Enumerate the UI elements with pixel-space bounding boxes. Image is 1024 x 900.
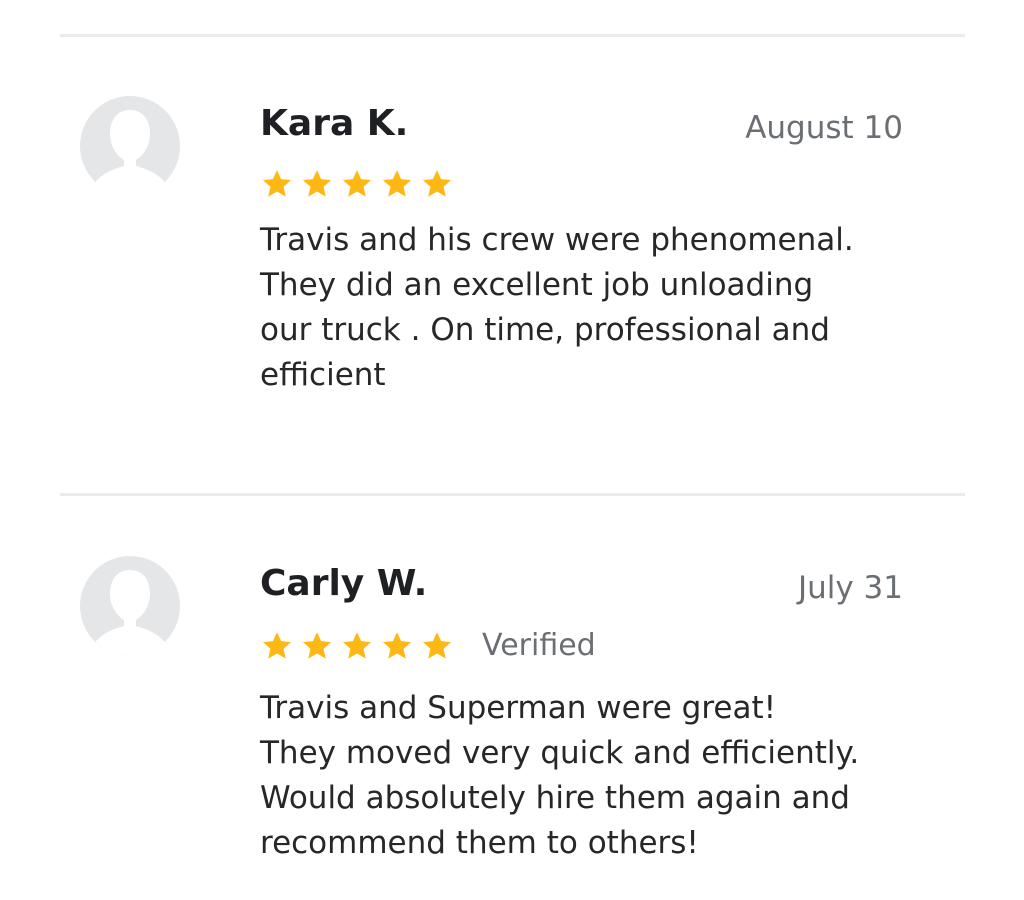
star-rating — [260, 167, 454, 201]
review-date: July 31 — [797, 570, 903, 606]
review-text: Travis and his crew were phenomenal. The… — [260, 222, 854, 393]
star-icon — [342, 632, 372, 659]
star-icon — [302, 170, 332, 197]
verified-badge: Verified — [482, 628, 596, 663]
default-user-avatar-icon — [80, 556, 180, 656]
star-icon — [262, 632, 292, 659]
review-date: August 10 — [745, 110, 903, 146]
star-icon — [342, 170, 372, 197]
star-rating — [260, 629, 454, 663]
rating-row: Verified — [260, 626, 596, 666]
star-icon — [262, 170, 292, 197]
star-icon — [302, 632, 332, 659]
default-user-avatar-icon — [80, 96, 180, 196]
reviewer-name: Kara K. — [260, 103, 409, 144]
review-divider — [60, 493, 965, 496]
star-icon — [422, 632, 452, 659]
review-text: Travis and Superman were great! They mov… — [260, 690, 860, 861]
reviewer-name: Carly W. — [260, 563, 428, 604]
star-icon — [422, 170, 452, 197]
rating-row — [260, 164, 454, 204]
star-icon — [382, 632, 412, 659]
star-icon — [382, 170, 412, 197]
top-divider — [60, 34, 965, 37]
